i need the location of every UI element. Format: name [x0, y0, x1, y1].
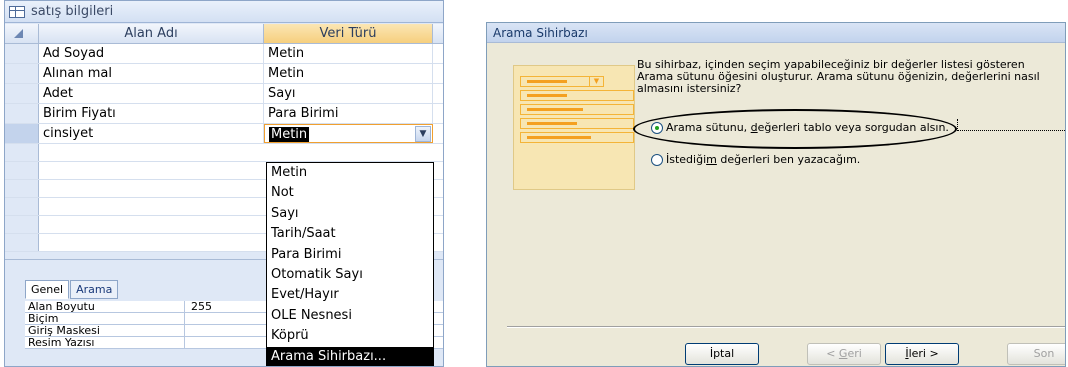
table-row[interactable]: Alınan mal Metin: [5, 64, 443, 84]
dropdown-option[interactable]: Arama Sihirbazı...: [267, 346, 433, 366]
grid-header: Alan Adı Veri Türü: [5, 24, 443, 44]
row-selector[interactable]: [5, 104, 39, 123]
property-label: Resim Yazısı: [25, 337, 185, 349]
description-cell[interactable]: [433, 124, 443, 143]
field-name-cell[interactable]: cinsiyet: [39, 124, 264, 143]
row-selector[interactable]: [5, 84, 39, 103]
lookup-wizard-dialog: Arama Sihirbazı ▼ Bu sihirbaz, içinden s…: [486, 22, 1066, 367]
table-title: satış bilgileri: [31, 4, 114, 19]
description-cell[interactable]: [433, 84, 443, 103]
next-button[interactable]: İleri >: [885, 343, 959, 365]
description-cell[interactable]: [433, 104, 443, 123]
row-selector[interactable]: [5, 198, 39, 215]
dropdown-option[interactable]: Köprü: [267, 326, 433, 346]
wizard-description: Bu sihirbaz, içinden seçim yapabileceğin…: [637, 58, 1040, 95]
option-type-values-label: İstediğim değerleri ben yazacağım.: [666, 153, 861, 166]
row-selector[interactable]: [5, 64, 39, 83]
row-selector[interactable]: [5, 234, 39, 251]
table-tab[interactable]: satış bilgileri: [5, 1, 443, 23]
dropdown-option[interactable]: Para Birimi: [267, 245, 433, 265]
dropdown-option[interactable]: Sayı: [267, 204, 433, 224]
table-row[interactable]: Birim Fiyatı Para Birimi: [5, 104, 443, 124]
cancel-button[interactable]: İptal: [685, 343, 759, 365]
data-type-value: Metin: [268, 66, 305, 81]
property-label: Biçim: [25, 313, 185, 325]
table-design-window: satış bilgileri Alan Adı Veri Türü Ad So…: [4, 0, 444, 367]
finish-button[interactable]: Son: [1007, 343, 1065, 365]
tab-genel[interactable]: Genel: [25, 280, 70, 299]
column-header-data-type[interactable]: Veri Türü: [264, 24, 433, 43]
select-all-corner[interactable]: [5, 24, 39, 43]
empty-row[interactable]: [5, 144, 443, 162]
illustration-combo: ▼: [520, 76, 604, 87]
dropdown-option[interactable]: Evet/Hayır: [267, 285, 433, 305]
row-selector[interactable]: [5, 44, 39, 63]
properties-tabs: Genel Arama: [25, 280, 119, 299]
button-separator: [507, 326, 1065, 328]
table-icon: [9, 5, 25, 18]
field-name-cell[interactable]: Birim Fiyatı: [39, 104, 264, 123]
data-type-value: Sayı: [268, 86, 296, 101]
row-selector[interactable]: [5, 144, 39, 161]
dropdown-option[interactable]: Not: [267, 183, 433, 203]
property-label: Giriş Maskesi: [25, 325, 185, 337]
data-type-cell[interactable]: Metin: [264, 64, 433, 83]
data-type-value: Metin: [268, 46, 305, 61]
data-type-dropdown-list: Metin Not Sayı Tarih/Saat Para Birimi Otomati…: [266, 162, 434, 366]
radio-type-values[interactable]: [651, 153, 663, 166]
dropdown-option[interactable]: Metin: [267, 163, 433, 183]
back-button[interactable]: < Geri: [807, 343, 881, 365]
field-name-cell[interactable]: Alınan mal: [39, 64, 264, 83]
description-cell[interactable]: [433, 44, 443, 63]
dropdown-option[interactable]: Tarih/Saat: [267, 224, 433, 244]
dialog-title: Arama Sihirbazı: [487, 23, 1065, 43]
data-type-cell[interactable]: Metin ▼: [264, 124, 433, 143]
table-row[interactable]: cinsiyet Metin ▼: [5, 124, 443, 144]
illustration-chevron-icon: ▼: [589, 76, 603, 87]
column-header-field-name[interactable]: Alan Adı: [39, 24, 264, 43]
field-name-cell[interactable]: Ad Soyad: [39, 44, 264, 63]
field-rows: Ad Soyad Metin Alınan mal Metin Adet Sayı Biri…: [5, 44, 443, 144]
highlight-ellipse: [633, 109, 957, 149]
property-label: Alan Boyutu: [25, 301, 185, 313]
dropdown-option[interactable]: Otomatik Sayı: [267, 265, 433, 285]
data-type-value: Metin: [269, 127, 310, 142]
data-type-cell[interactable]: Sayı: [264, 84, 433, 103]
row-selector[interactable]: [5, 216, 39, 233]
option-type-values[interactable]: İstediğim değerleri ben yazacağım.: [651, 153, 860, 166]
row-selector[interactable]: [5, 124, 39, 143]
data-type-cell[interactable]: Para Birimi: [264, 104, 433, 123]
wizard-illustration: ▼: [513, 65, 635, 190]
row-selector[interactable]: [5, 180, 39, 197]
description-cell[interactable]: [433, 64, 443, 83]
data-type-cell[interactable]: Metin: [264, 44, 433, 63]
row-selector[interactable]: [5, 162, 39, 179]
dropdown-option[interactable]: OLE Nesnesi: [267, 306, 433, 326]
chevron-down-icon[interactable]: ▼: [415, 126, 431, 142]
table-row[interactable]: Adet Sayı: [5, 84, 443, 104]
table-row[interactable]: Ad Soyad Metin: [5, 44, 443, 64]
tab-arama[interactable]: Arama: [70, 280, 119, 299]
field-name-cell[interactable]: Adet: [39, 84, 264, 103]
data-type-value: Para Birimi: [268, 106, 339, 121]
